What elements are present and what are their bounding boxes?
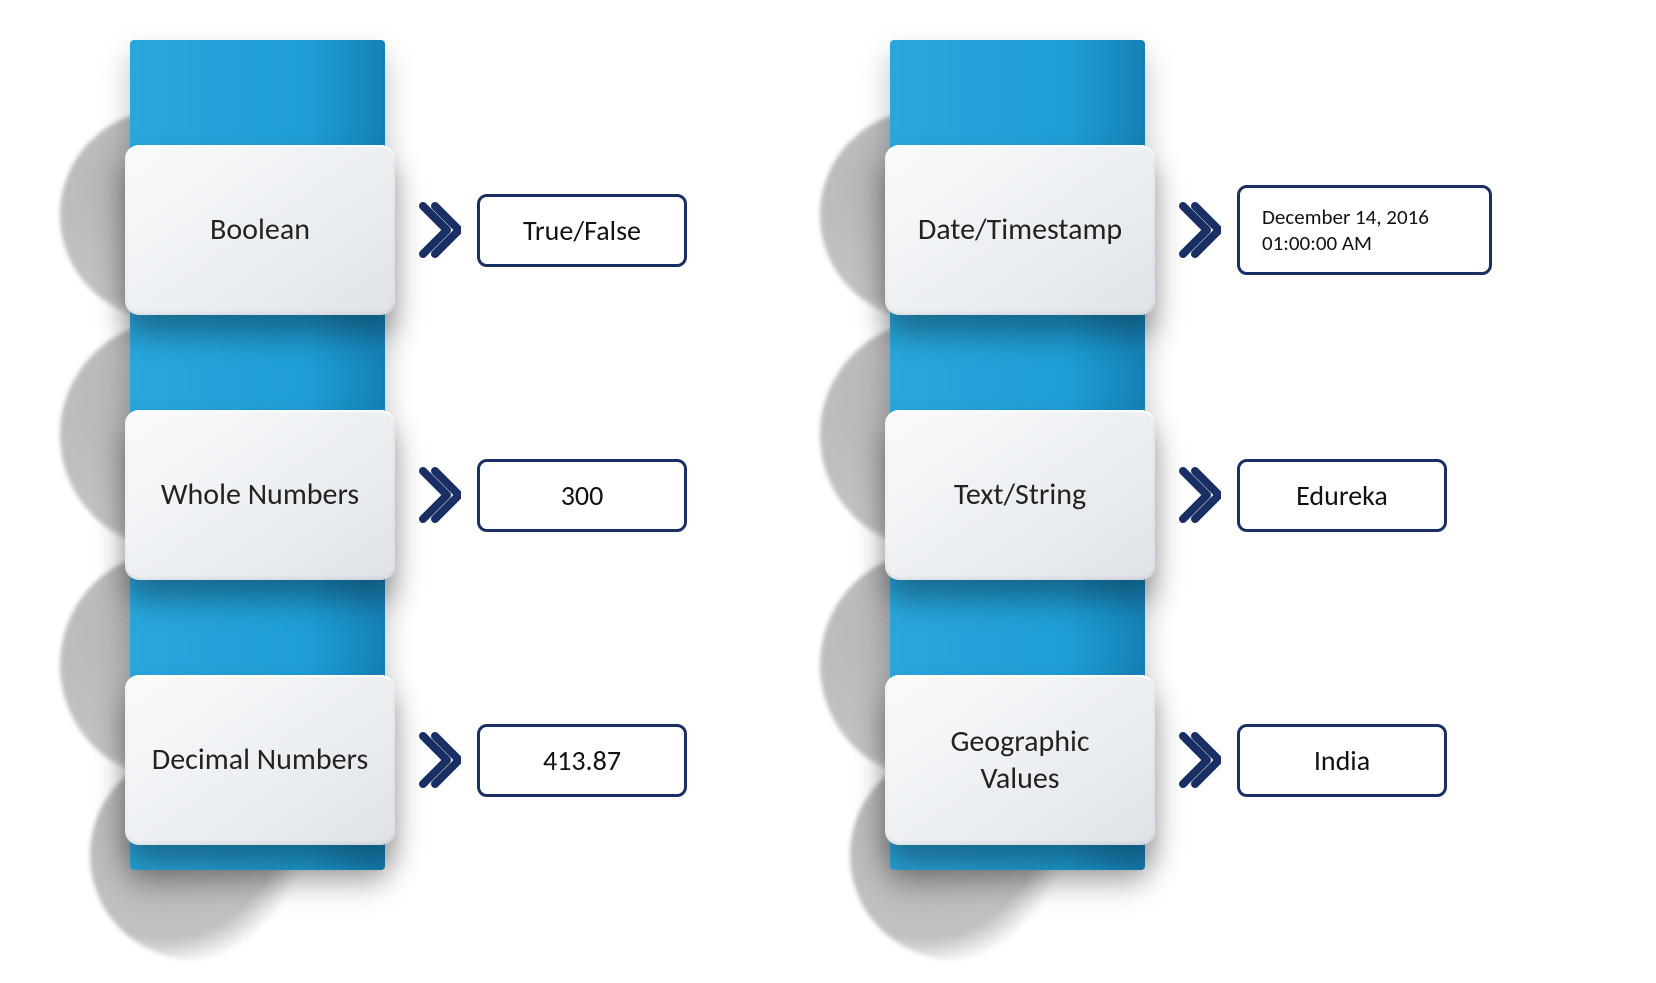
datatype-card-boolean: Boolean: [125, 145, 395, 315]
chevron-right-icon: [417, 465, 463, 525]
example-value: True/False: [523, 213, 641, 248]
example-value: Edureka: [1296, 478, 1388, 513]
chevron-right-icon: [1177, 465, 1223, 525]
datatype-row: Date/Timestamp December 14, 2016 01:00:0…: [830, 145, 1550, 315]
datatype-row: Decimal Numbers 413.87: [70, 675, 790, 845]
datatype-label: Decimal Numbers: [152, 741, 368, 779]
datatype-card-text-string: Text/String: [885, 410, 1155, 580]
chevron-right-icon: [417, 730, 463, 790]
datatype-card-decimal-numbers: Decimal Numbers: [125, 675, 395, 845]
datatype-card-date-timestamp: Date/Timestamp: [885, 145, 1155, 315]
example-value-box: December 14, 2016 01:00:00 AM: [1237, 185, 1492, 276]
chevron-right-icon: [417, 200, 463, 260]
datatype-label: Text/String: [954, 476, 1086, 514]
datatype-label: Date/Timestamp: [918, 211, 1122, 249]
datatype-row: Boolean True/False: [70, 145, 790, 315]
example-value: 413.87: [543, 743, 621, 778]
example-value: December 14, 2016 01:00:00 AM: [1262, 204, 1467, 257]
datatype-label: Whole Numbers: [161, 476, 359, 514]
example-value: India: [1314, 743, 1370, 778]
left-column: Boolean True/False Whole Numbers 300 Dec…: [70, 40, 790, 940]
datatype-card-geographic-values: Geographic Values: [885, 675, 1155, 845]
datatype-row: Text/String Edureka: [830, 410, 1550, 580]
datatype-label: Geographic Values: [911, 723, 1129, 798]
example-value-box: Edureka: [1237, 459, 1447, 532]
datatype-card-whole-numbers: Whole Numbers: [125, 410, 395, 580]
example-value-box: 413.87: [477, 724, 687, 797]
datatype-row: Geographic Values India: [830, 675, 1550, 845]
example-value: 300: [561, 478, 604, 513]
datatype-label: Boolean: [210, 211, 310, 249]
right-column: Date/Timestamp December 14, 2016 01:00:0…: [830, 40, 1550, 940]
example-value-box: 300: [477, 459, 687, 532]
chevron-right-icon: [1177, 200, 1223, 260]
datatype-row: Whole Numbers 300: [70, 410, 790, 580]
chevron-right-icon: [1177, 730, 1223, 790]
example-value-box: India: [1237, 724, 1447, 797]
example-value-box: True/False: [477, 194, 687, 267]
